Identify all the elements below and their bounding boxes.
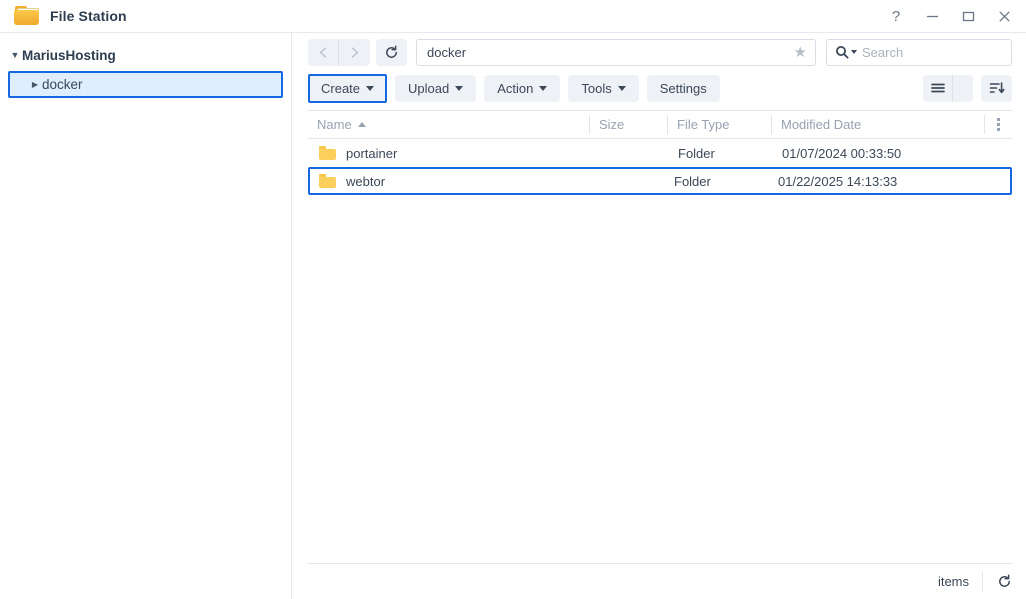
file-type: Folder <box>678 145 715 161</box>
sidebar-root-label: MariusHosting <box>22 47 116 63</box>
nav-history-group <box>308 38 370 66</box>
file-size <box>591 141 669 165</box>
sidebar-item-mariushosting[interactable]: ▼ MariusHosting <box>0 43 291 67</box>
status-refresh-button[interactable] <box>982 571 1012 592</box>
maximize-icon[interactable] <box>950 0 986 32</box>
settings-button[interactable]: Settings <box>646 74 720 102</box>
sidebar-item-label: docker <box>42 77 83 92</box>
search-icon[interactable] <box>835 45 857 59</box>
path-value: docker <box>427 44 467 60</box>
help-icon[interactable]: ? <box>878 0 914 32</box>
chevron-down-icon <box>539 85 548 91</box>
chevron-down-icon <box>366 85 375 91</box>
kebab-menu-icon[interactable] <box>984 115 1012 134</box>
item-count-label: items <box>937 574 969 589</box>
search-input[interactable]: Search <box>826 38 1012 66</box>
navigation-bar: docker ★ Search <box>292 33 1026 71</box>
view-mode-group <box>923 74 973 102</box>
tools-button-label: Tools <box>581 80 612 96</box>
close-icon[interactable] <box>986 0 1022 32</box>
file-list-header: Name Size File Type Modified Date <box>308 111 1012 139</box>
view-mode-chevron-down-icon[interactable] <box>953 75 973 102</box>
main-pane: docker ★ Search Create Upload Action Too… <box>292 33 1026 599</box>
chevron-down-icon <box>455 85 464 91</box>
minimize-icon[interactable] <box>914 0 950 32</box>
file-modified-date: 01/22/2025 14:13:33 <box>778 173 898 189</box>
table-row[interactable]: portainer Folder 01/07/2024 00:33:50 <box>308 139 1012 167</box>
file-list-rows: portainer Folder 01/07/2024 00:33:50 web… <box>308 139 1012 563</box>
back-button[interactable] <box>308 39 339 66</box>
folder-icon <box>319 174 336 188</box>
tools-button[interactable]: Tools <box>568 74 639 102</box>
file-size <box>587 169 665 193</box>
title-bar: File Station ? <box>0 0 1026 33</box>
chevron-down-icon[interactable] <box>851 50 857 54</box>
file-name-cell: portainer <box>310 141 591 165</box>
sort-ascending-icon <box>357 122 366 127</box>
workspace: ▼ MariusHosting ▶ docker docker ★ Search… <box>0 33 1026 599</box>
file-name-cell: webtor <box>310 169 587 193</box>
file-name: webtor <box>346 173 386 189</box>
chevron-right-icon[interactable]: ▶ <box>28 80 42 89</box>
upload-button[interactable]: Upload <box>395 74 477 102</box>
status-bar: items <box>308 563 1012 599</box>
column-header-name-label: Name <box>317 117 352 132</box>
column-header-name[interactable]: Name <box>308 115 589 134</box>
refresh-button[interactable] <box>376 38 407 66</box>
upload-button-label: Upload <box>408 80 450 96</box>
action-button-label: Action <box>497 80 534 96</box>
path-input[interactable]: docker ★ <box>416 38 816 66</box>
settings-button-label: Settings <box>659 80 707 96</box>
file-list: Name Size File Type Modified Date portai… <box>308 110 1012 563</box>
page-title: File Station <box>50 8 127 24</box>
window-controls: ? <box>878 0 1022 32</box>
sidebar: ▼ MariusHosting ▶ docker <box>0 33 292 599</box>
search-placeholder: Search <box>862 44 904 60</box>
chevron-down-icon <box>617 85 626 91</box>
column-header-modified-date[interactable]: Modified Date <box>771 115 984 134</box>
column-header-file-type[interactable]: File Type <box>667 115 771 134</box>
create-button-label: Create <box>321 80 361 96</box>
forward-button[interactable] <box>339 39 370 66</box>
table-row[interactable]: webtor Folder 01/22/2025 14:13:33 <box>308 167 1012 195</box>
folder-icon <box>14 5 40 27</box>
action-button[interactable]: Action <box>484 74 561 102</box>
file-type: Folder <box>674 173 711 189</box>
sidebar-item-docker[interactable]: ▶ docker <box>8 71 283 98</box>
sort-descending-icon[interactable] <box>981 74 1012 102</box>
file-modified-date: 01/07/2024 00:33:50 <box>782 145 902 161</box>
create-button[interactable]: Create <box>308 73 388 103</box>
column-header-size[interactable]: Size <box>589 115 667 134</box>
file-name: portainer <box>346 145 398 161</box>
list-view-icon[interactable] <box>923 75 953 102</box>
toolbar-right-group <box>923 74 1012 102</box>
folder-icon <box>319 146 336 160</box>
star-icon[interactable]: ★ <box>794 45 807 60</box>
toolbar: Create Upload Action Tools Settings <box>292 71 1026 105</box>
chevron-down-icon[interactable]: ▼ <box>8 50 22 60</box>
